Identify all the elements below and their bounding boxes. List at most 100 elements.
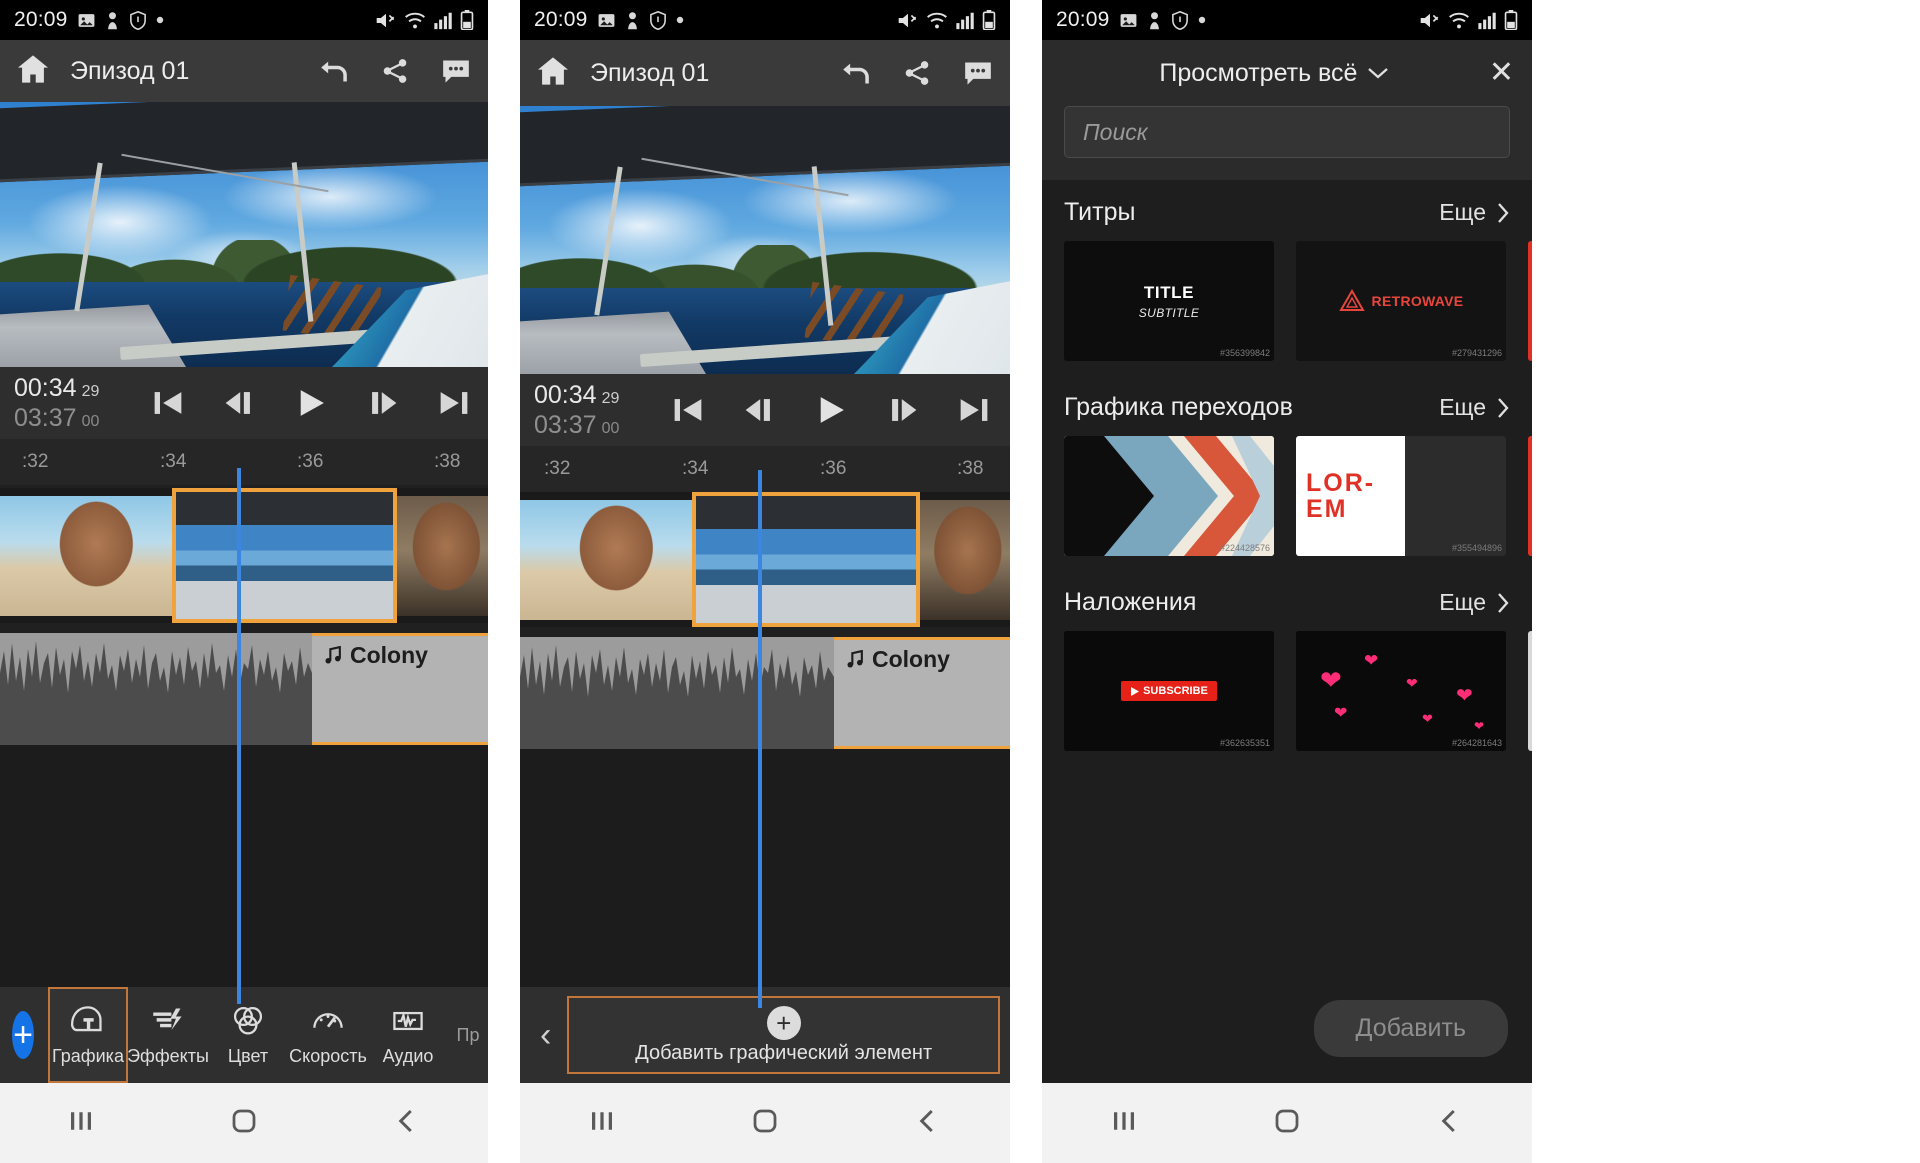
- tool-graphics[interactable]: Графика: [48, 987, 128, 1083]
- plus-icon: +: [766, 1005, 801, 1040]
- step-forward-icon[interactable]: [886, 393, 920, 427]
- video-track[interactable]: [520, 492, 1010, 627]
- audio-clip[interactable]: [520, 637, 834, 749]
- home-square-icon[interactable]: [1272, 1106, 1302, 1141]
- skip-start-icon[interactable]: [671, 393, 705, 427]
- shield-icon: [649, 10, 667, 30]
- back-chevron-icon[interactable]: [392, 1106, 422, 1141]
- playhead[interactable]: [237, 468, 241, 1004]
- video-preview[interactable]: [520, 106, 1010, 374]
- step-forward-icon[interactable]: [366, 386, 400, 420]
- home-icon[interactable]: [536, 56, 570, 91]
- section-shelf[interactable]: TITLE SUBTITLE #356399842 RETROWAVE #279…: [1042, 241, 1532, 371]
- status-bar: 20:09: [520, 0, 1010, 40]
- video-clip-selected[interactable]: [692, 492, 920, 627]
- dot-icon: [1198, 16, 1206, 24]
- play-icon[interactable]: [813, 392, 849, 428]
- section-shelf[interactable]: #224428576 LOR- EM #355494896: [1042, 436, 1532, 566]
- section-more-button[interactable]: Еще: [1439, 199, 1510, 226]
- audio-track[interactable]: Colony: [520, 637, 1010, 749]
- add-button[interactable]: Добавить: [1313, 999, 1508, 1057]
- tool-more[interactable]: Пр: [448, 987, 488, 1083]
- add-media-button[interactable]: +: [12, 1011, 34, 1059]
- recents-icon[interactable]: [66, 1106, 96, 1141]
- play-icon[interactable]: [293, 385, 329, 421]
- tool-audio[interactable]: Аудио: [368, 987, 448, 1083]
- search-input[interactable]: [1083, 118, 1491, 146]
- recents-icon[interactable]: [587, 1106, 617, 1141]
- share-icon[interactable]: [380, 57, 410, 85]
- video-track[interactable]: [0, 488, 488, 623]
- section-title: Титры: [1064, 198, 1136, 226]
- step-back-icon[interactable]: [742, 393, 776, 427]
- audio-clip[interactable]: [0, 633, 312, 745]
- browser-header: Просмотреть всё ✕: [1042, 40, 1532, 106]
- back-chevron-icon[interactable]: [1435, 1106, 1465, 1141]
- tool-speed[interactable]: Скорость: [288, 987, 368, 1083]
- home-square-icon[interactable]: [229, 1106, 259, 1141]
- playback-buttons: [671, 392, 991, 428]
- ruler-tick: :38: [957, 458, 984, 479]
- video-clip[interactable]: [520, 499, 692, 620]
- tool-effects[interactable]: Эффекты: [127, 987, 209, 1083]
- share-icon[interactable]: [902, 59, 932, 87]
- graphic-card[interactable]: [1528, 631, 1532, 751]
- undo-icon[interactable]: [840, 59, 872, 87]
- graphic-card[interactable]: RETROWAVE #279431296: [1296, 241, 1506, 361]
- home-square-icon[interactable]: [750, 1106, 780, 1141]
- graphic-card[interactable]: [1528, 436, 1532, 556]
- audio-track[interactable]: Colony: [0, 633, 488, 745]
- playhead[interactable]: [758, 470, 762, 1008]
- lorem-card-preview: LOR- EM: [1296, 436, 1506, 556]
- more-label: Еще: [1439, 589, 1486, 615]
- browser-title-dropdown[interactable]: Просмотреть всё: [1060, 59, 1489, 88]
- card-id: #356399842: [1219, 348, 1270, 358]
- video-clip[interactable]: [397, 495, 488, 616]
- play-triangle-icon: [1131, 686, 1140, 696]
- system-nav-bar: [520, 1083, 1010, 1163]
- section-titles: Титры Еще TITLE SUBTITLE #356399842 RETR…: [1042, 180, 1532, 375]
- undo-icon[interactable]: [318, 57, 350, 85]
- home-icon[interactable]: [16, 54, 50, 89]
- add-graphic-button[interactable]: + Добавить графический элемент: [567, 996, 1000, 1074]
- battery-icon: [982, 10, 996, 30]
- video-preview[interactable]: [0, 102, 488, 367]
- heart-icon: ❤: [1334, 705, 1348, 722]
- video-clip-selected[interactable]: [172, 488, 397, 623]
- back-chevron-icon[interactable]: [913, 1106, 943, 1141]
- section-more-button[interactable]: Еще: [1439, 589, 1510, 616]
- audio-clip-music[interactable]: Colony: [834, 637, 1010, 749]
- status-bar: 20:09: [1042, 0, 1532, 40]
- comment-icon[interactable]: [440, 57, 472, 85]
- search-box[interactable]: [1064, 106, 1510, 158]
- skip-end-icon[interactable]: [957, 393, 991, 427]
- heart-icon: ❤: [1456, 685, 1473, 707]
- section-header: Титры Еще: [1042, 198, 1532, 241]
- current-time-value: 00:34: [14, 373, 77, 402]
- graphic-card[interactable]: ❤ ❤ ❤ ❤ ❤ ❤ ❤ #264281643: [1296, 631, 1506, 751]
- section-shelf[interactable]: SUBSCRIBE #362635351 ❤ ❤ ❤ ❤ ❤ ❤ ❤ #2642…: [1042, 631, 1532, 761]
- waveform: [0, 633, 312, 745]
- audio-clip-music[interactable]: Colony: [312, 633, 488, 745]
- section-more-button[interactable]: Еще: [1439, 394, 1510, 421]
- graphic-card[interactable]: TITLE SUBTITLE #356399842: [1064, 241, 1274, 361]
- video-clip[interactable]: [920, 499, 1010, 620]
- graphic-card[interactable]: LOR- EM #355494896: [1296, 436, 1506, 556]
- graphic-card[interactable]: SUBSCRIBE #362635351: [1064, 631, 1274, 751]
- battery-icon: [460, 10, 474, 30]
- graphic-card[interactable]: #224428576: [1064, 436, 1274, 556]
- skip-start-icon[interactable]: [151, 386, 185, 420]
- video-clip[interactable]: [0, 495, 172, 616]
- page-title: Эпизод 01: [590, 58, 710, 87]
- tool-color[interactable]: Цвет: [208, 987, 288, 1083]
- chevron-left-icon[interactable]: ‹: [530, 1016, 567, 1055]
- section-overlays: Наложения Еще SUBSCRIBE #362635351 ❤ ❤ ❤…: [1042, 570, 1532, 765]
- comment-icon[interactable]: [962, 59, 994, 87]
- recents-icon[interactable]: [1109, 1106, 1139, 1141]
- close-icon[interactable]: ✕: [1489, 58, 1514, 88]
- graphic-card[interactable]: [1528, 241, 1532, 361]
- skip-end-icon[interactable]: [437, 386, 471, 420]
- step-back-icon[interactable]: [222, 386, 256, 420]
- timeline-ruler[interactable]: :32 :34 :36 :38: [0, 439, 488, 485]
- timeline-ruler[interactable]: :32 :34 :36 :38: [520, 446, 1010, 492]
